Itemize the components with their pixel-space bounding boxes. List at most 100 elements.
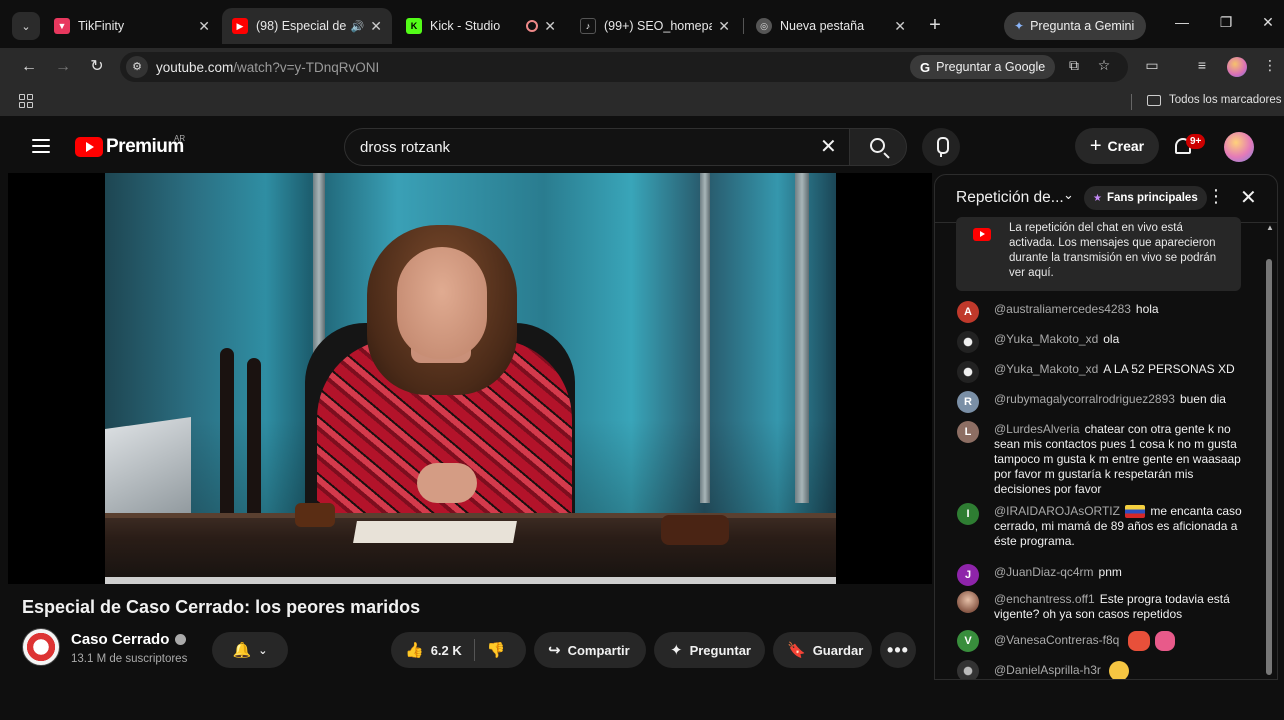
close-tab-icon[interactable]: ✕ xyxy=(198,18,210,35)
apps-grid-icon[interactable] xyxy=(19,94,33,108)
audio-playing-icon[interactable]: 🔊 xyxy=(351,20,365,33)
chat-author-avatar[interactable]: I xyxy=(957,503,979,525)
search-button[interactable] xyxy=(849,128,907,166)
channel-avatar[interactable] xyxy=(22,628,60,666)
chevron-down-icon[interactable]: ⌄ xyxy=(1063,187,1074,203)
ask-gemini-button[interactable]: ✦ Pregunta a Gemini xyxy=(1004,12,1146,40)
chat-author[interactable]: @IRAIDAROJAsORTIZ xyxy=(994,504,1120,518)
back-button[interactable]: ← xyxy=(18,56,40,78)
reload-button[interactable]: ↻ xyxy=(86,56,108,78)
chat-author-avatar[interactable] xyxy=(957,660,979,679)
tikfinity-favicon-icon: ▼ xyxy=(54,18,70,34)
url-text[interactable]: youtube.com/watch?v=y-TDnqRvONI xyxy=(156,60,379,75)
voice-search-mic-icon[interactable] xyxy=(922,128,960,166)
video-player[interactable] xyxy=(8,173,932,584)
clear-search-icon[interactable]: ✕ xyxy=(820,136,837,158)
notifications-badge: 9+ xyxy=(1186,134,1206,149)
chevron-down-icon: ⌄ xyxy=(258,644,268,657)
create-button[interactable]: + Crear xyxy=(1075,128,1159,164)
bookmark-icon: 🔖 xyxy=(787,642,806,659)
close-window-button[interactable]: ✕ xyxy=(1258,14,1278,31)
close-chat-icon[interactable]: ✕ xyxy=(1240,185,1257,210)
video-frame[interactable] xyxy=(105,173,836,584)
cast-icon[interactable]: ▭ xyxy=(1142,57,1162,74)
chat-title[interactable]: Repetición de... xyxy=(956,189,1064,207)
chat-author[interactable]: @enchantress.off1 xyxy=(994,592,1095,606)
chat-author[interactable]: @VanesaContreras-f8q xyxy=(994,633,1119,647)
chat-author-avatar[interactable]: V xyxy=(957,630,979,652)
chat-author[interactable]: @LurdesAlveria xyxy=(994,422,1080,436)
tab-label: Kick - Studio xyxy=(430,19,501,33)
chat-author[interactable]: @Yuka_Makoto_xd xyxy=(994,362,1098,376)
youtube-premium-logo[interactable]: Premium xyxy=(75,136,184,158)
youtube-icon xyxy=(973,228,991,241)
channel-name-link[interactable]: Caso Cerrado xyxy=(71,631,187,648)
close-tab-icon[interactable]: ✕ xyxy=(718,18,730,35)
media-controls-icon[interactable]: ≡ xyxy=(1192,57,1212,73)
bookmarks-divider xyxy=(1131,94,1132,110)
chat-text: ola xyxy=(1103,332,1120,346)
address-bar[interactable]: ⚙ youtube.com/watch?v=y-TDnqRvONI G Preg… xyxy=(120,52,1128,82)
chat-more-options-icon[interactable]: ⋮ xyxy=(1207,186,1225,207)
browser-menu-icon[interactable]: ⋮ xyxy=(1260,57,1280,74)
tab-new-tab[interactable]: ◎ Nueva pestaña ✕ xyxy=(746,8,916,44)
site-settings-icon[interactable]: ⚙ xyxy=(126,56,148,78)
chat-author-avatar[interactable]: R xyxy=(957,391,979,413)
bookmark-star-icon[interactable]: ☆ xyxy=(1094,57,1114,74)
thumbs-down-icon[interactable]: 👎 xyxy=(487,641,506,659)
tab-seo-homepage[interactable]: ♪ (99+) SEO_homepage ✕ xyxy=(570,8,740,44)
like-count[interactable]: 6.2 K xyxy=(431,643,462,658)
chat-text: pnm xyxy=(1098,565,1122,579)
ask-label: Preguntar xyxy=(689,642,751,658)
scroll-up-arrow-icon[interactable]: ▲ xyxy=(1266,223,1274,232)
youtube-favicon-icon: ▶ xyxy=(232,18,248,34)
chat-author-avatar[interactable] xyxy=(957,361,979,383)
chat-author[interactable]: @DanielAsprilla-h3r xyxy=(994,663,1101,677)
tab-kick-studio[interactable]: K Kick - Studio ✕ xyxy=(396,8,566,44)
minimize-window-button[interactable]: — xyxy=(1172,14,1192,30)
notification-preference-button[interactable]: 🔔 ⌄ xyxy=(212,632,288,668)
share-arrow-icon: ↪ xyxy=(548,642,561,659)
profile-avatar[interactable] xyxy=(1227,57,1247,77)
share-button[interactable]: ↪ Compartir xyxy=(534,632,646,668)
chat-author[interactable]: @australiamercedes4283 xyxy=(994,302,1131,316)
top-fans-filter-chip[interactable]: ★ Fans principales xyxy=(1084,186,1207,210)
browser-toolbar: ← → ↻ ⚙ youtube.com/watch?v=y-TDnqRvONI … xyxy=(0,48,1284,86)
chat-author-avatar[interactable]: L xyxy=(957,421,979,443)
close-tab-icon[interactable]: ✕ xyxy=(894,18,906,35)
new-tab-button[interactable]: + xyxy=(924,14,946,36)
restore-window-button[interactable]: ❐ xyxy=(1216,14,1236,31)
chat-author-avatar[interactable] xyxy=(957,591,979,613)
account-avatar[interactable] xyxy=(1224,132,1254,162)
folder-icon xyxy=(1147,94,1161,106)
tab-tikfinity[interactable]: ▼ TikFinity ✕ xyxy=(44,8,220,44)
chat-author[interactable]: @JuanDiaz-qc4rm xyxy=(994,565,1094,579)
search-input[interactable]: dross rotzank xyxy=(344,128,850,166)
ask-button[interactable]: ✦ Preguntar xyxy=(654,632,765,668)
save-button[interactable]: 🔖 Guardar xyxy=(773,632,872,668)
thumbs-up-icon[interactable]: 👍 xyxy=(405,641,424,659)
close-tab-icon[interactable]: ✕ xyxy=(370,18,382,35)
live-chat-replay-panel: Repetición de... ⌄ ★ Fans principales ⋮ … xyxy=(934,174,1278,680)
tab-divider xyxy=(743,18,744,34)
chat-author-avatar[interactable]: A xyxy=(957,301,979,323)
install-app-icon[interactable]: ⧉ xyxy=(1064,57,1084,74)
chat-scrollbar[interactable] xyxy=(1266,259,1272,675)
chat-author[interactable]: @rubymagalycorralrodriguez2893 xyxy=(994,392,1175,406)
ask-google-button[interactable]: G Preguntar a Google xyxy=(910,55,1056,79)
tab-youtube-video[interactable]: ▶ (98) Especial de C 🔊 ✕ xyxy=(222,8,392,44)
gavel-block xyxy=(661,515,729,545)
tab-search-chevron-icon[interactable]: ⌄ xyxy=(12,12,40,40)
judge-hands xyxy=(417,463,477,503)
close-tab-icon[interactable]: ✕ xyxy=(544,18,556,35)
chat-author-avatar[interactable] xyxy=(957,331,979,353)
chat-author-avatar[interactable]: J xyxy=(957,564,979,586)
guide-menu-icon[interactable] xyxy=(32,139,50,153)
all-bookmarks-button[interactable]: Todos los marcadores xyxy=(1147,94,1282,106)
forward-button[interactable]: → xyxy=(52,56,74,78)
channel-name: Caso Cerrado xyxy=(71,631,170,648)
youtube-brand-text: Premium xyxy=(106,136,184,157)
chat-author[interactable]: @Yuka_Makoto_xd xyxy=(994,332,1098,346)
more-actions-button[interactable]: ••• xyxy=(880,632,916,668)
star-icon: ★ xyxy=(1093,192,1102,204)
